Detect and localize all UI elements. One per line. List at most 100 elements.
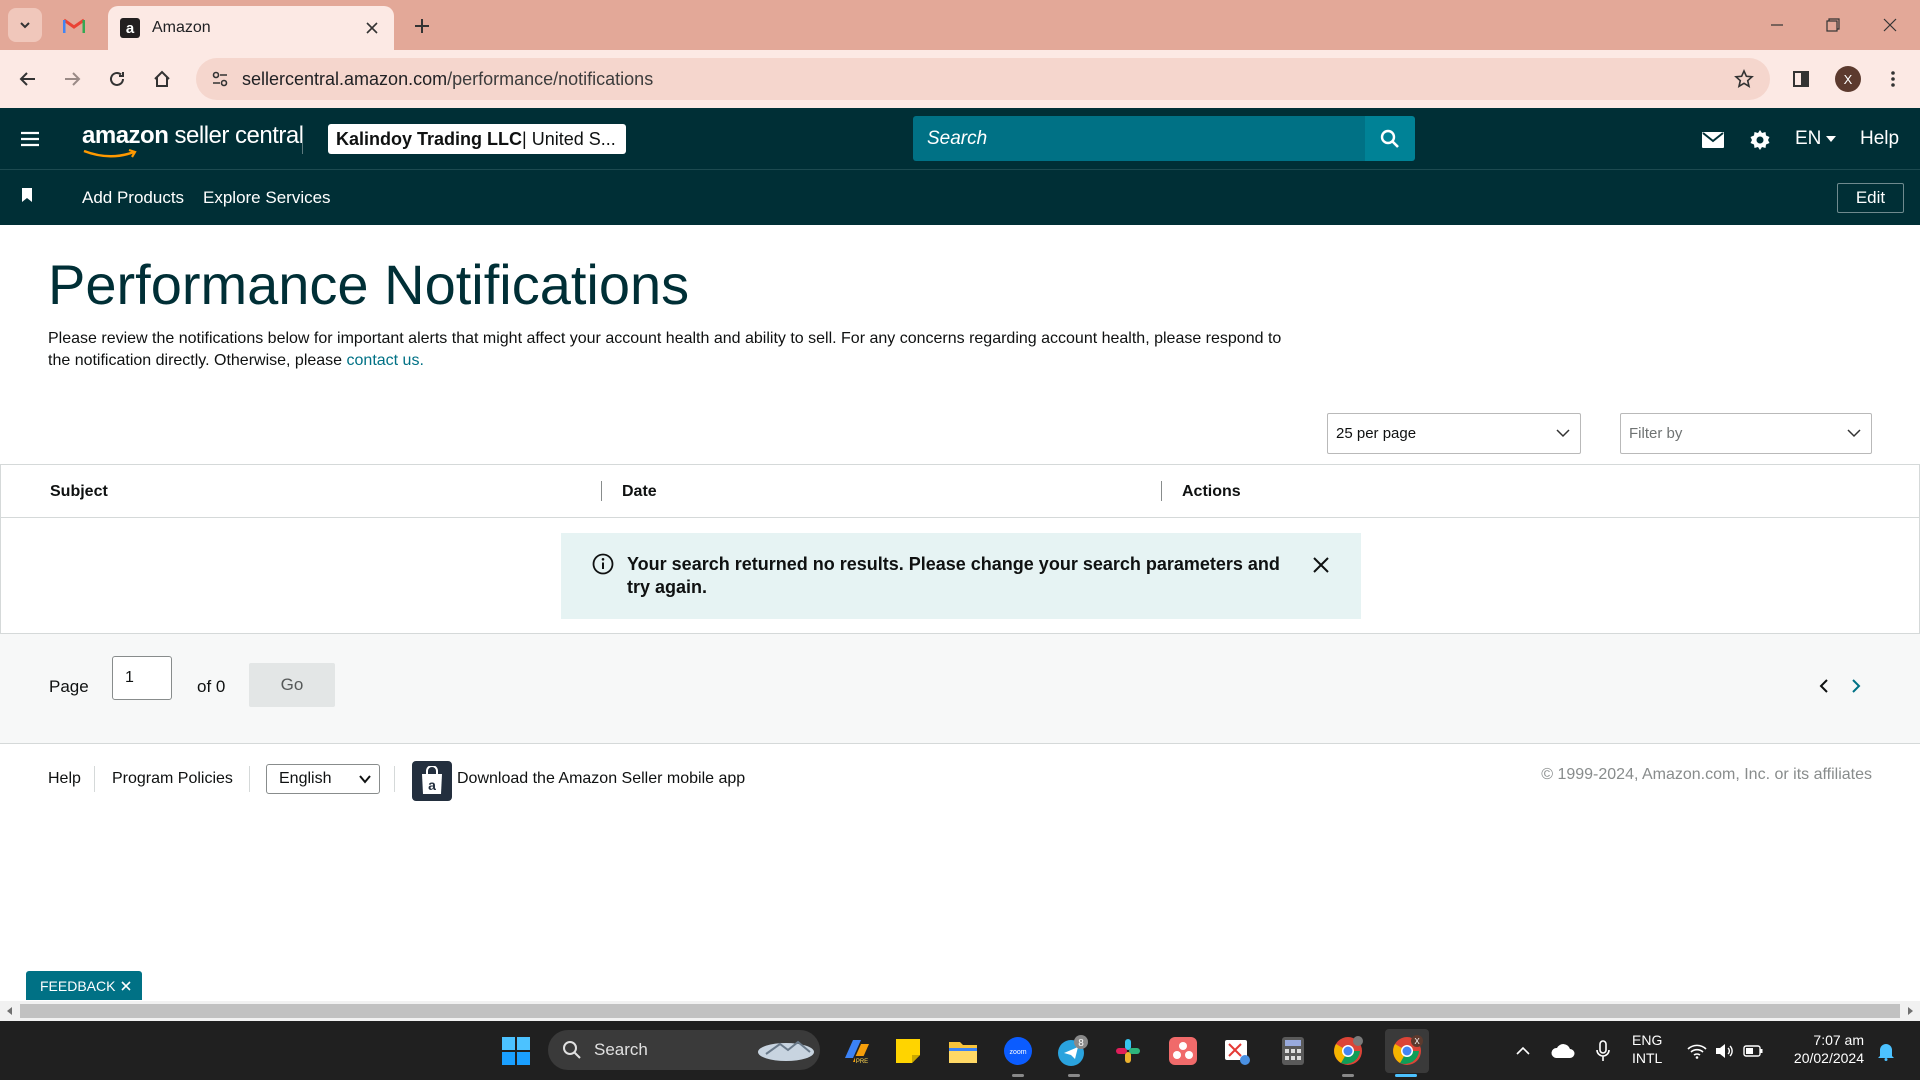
pagination-bar: Page 1 of 0 Go	[0, 634, 1920, 744]
close-tab-icon[interactable]	[362, 18, 382, 38]
chrome-app-icon[interactable]	[1330, 1033, 1366, 1069]
next-page-icon[interactable]	[1846, 676, 1866, 696]
home-button[interactable]	[145, 62, 179, 96]
svg-text:zoom: zoom	[1009, 1049, 1026, 1056]
show-hidden-icons-button[interactable]	[1505, 1033, 1541, 1069]
seller-central-header: amazon seller central Kalindoy Trading L…	[0, 108, 1920, 170]
slack-app-icon[interactable]	[1110, 1033, 1146, 1069]
start-button[interactable]	[498, 1033, 534, 1069]
scroll-right-icon[interactable]	[1905, 1006, 1915, 1016]
header-search-input[interactable]: Search	[913, 116, 1365, 161]
site-info-icon[interactable]	[200, 58, 240, 100]
bookmark-star-icon[interactable]	[1724, 58, 1764, 100]
bookmark-icon[interactable]	[22, 188, 32, 202]
contact-us-link[interactable]: contact us.	[347, 352, 424, 369]
explore-services-link[interactable]: Explore Services	[203, 188, 331, 208]
header-search-button[interactable]	[1365, 116, 1415, 161]
settings-button[interactable]	[1746, 126, 1774, 154]
sticky-notes-app-icon[interactable]	[890, 1033, 926, 1069]
horizontal-scrollbar[interactable]	[0, 1001, 1920, 1021]
column-actions: Actions	[1182, 483, 1241, 500]
browser-menu-button[interactable]	[1876, 62, 1910, 96]
chrome-profile-app-icon[interactable]: X	[1385, 1029, 1429, 1073]
volume-icon	[1716, 1044, 1733, 1058]
close-icon[interactable]	[1311, 555, 1331, 575]
footer-divider	[394, 766, 395, 792]
scroll-left-icon[interactable]	[5, 1006, 15, 1016]
hamburger-menu-icon[interactable]	[18, 127, 42, 151]
new-tab-button[interactable]	[408, 12, 436, 40]
clock[interactable]: 7:07 am 20/02/2024	[1782, 1031, 1864, 1067]
taskbar-search[interactable]: Search	[548, 1030, 820, 1070]
tab-search-button[interactable]	[8, 8, 42, 42]
column-date[interactable]: Date	[622, 483, 657, 501]
header-search: Search	[913, 116, 1415, 161]
quick-settings-button[interactable]	[1680, 1033, 1770, 1069]
go-button[interactable]: Go	[249, 663, 335, 707]
close-window-button[interactable]	[1875, 10, 1905, 40]
footer-help-link[interactable]: Help	[48, 770, 81, 788]
column-divider	[601, 481, 602, 501]
notifications-button[interactable]	[1868, 1033, 1904, 1069]
feedback-button[interactable]: FEEDBACK	[26, 971, 142, 1000]
restore-icon	[1826, 18, 1840, 32]
per-page-select[interactable]: 25 per page	[1327, 413, 1581, 454]
filter-by-placeholder: Filter by	[1629, 425, 1683, 442]
previous-page-icon[interactable]	[1814, 676, 1834, 696]
search-icon	[563, 1041, 581, 1059]
onedrive-icon[interactable]	[1545, 1033, 1581, 1069]
active-tab[interactable]: a Amazon	[108, 6, 394, 50]
gear-icon	[1750, 130, 1770, 150]
back-button[interactable]	[11, 62, 45, 96]
account-switcher[interactable]: Kalindoy Trading LLC | United S...	[328, 124, 626, 154]
header-help-link[interactable]: Help	[1860, 128, 1899, 150]
language-label: EN	[1795, 128, 1822, 149]
tab-title: Amazon	[152, 19, 211, 36]
browser-tab-strip: a Amazon	[0, 0, 1920, 50]
footer-language-select[interactable]: English	[266, 764, 380, 794]
copilot-app-icon[interactable]: PRE	[838, 1033, 874, 1069]
add-products-link[interactable]: Add Products	[82, 188, 184, 208]
download-app-link[interactable]: Download the Amazon Seller mobile app	[457, 770, 745, 788]
side-panel-icon	[1793, 71, 1809, 87]
gmail-tab[interactable]	[58, 11, 90, 39]
snipping-tool-app-icon[interactable]	[1220, 1033, 1256, 1069]
forward-button[interactable]	[55, 62, 89, 96]
account-name: Kalindoy Trading LLC	[336, 128, 523, 149]
side-panel-button[interactable]	[1784, 62, 1818, 96]
svg-text:a: a	[428, 777, 436, 793]
messages-button[interactable]	[1699, 126, 1727, 154]
reload-button[interactable]	[100, 62, 134, 96]
program-policies-link[interactable]: Program Policies	[112, 770, 233, 788]
file-explorer-app-icon[interactable]	[945, 1033, 981, 1069]
seller-central-logo[interactable]: amazon seller central	[82, 122, 304, 150]
minimize-button[interactable]	[1762, 10, 1792, 40]
zoom-app-icon[interactable]: zoom	[1000, 1033, 1036, 1069]
scrollbar-thumb[interactable]	[20, 1004, 1900, 1018]
restore-button[interactable]	[1818, 10, 1848, 40]
language-selector[interactable]: EN	[1795, 128, 1837, 150]
seller-app-icon[interactable]: a	[412, 761, 452, 801]
running-indicator	[1342, 1074, 1354, 1077]
edit-bookmarks-button[interactable]: Edit	[1837, 183, 1904, 213]
telegram-app-icon[interactable]: 8	[1055, 1033, 1091, 1069]
windows-taskbar: Search PRE zoom 8 X ENG INTL 7:07 am 20/…	[0, 1021, 1920, 1080]
filter-by-select[interactable]: Filter by	[1620, 413, 1872, 454]
address-bar[interactable]: sellercentral.amazon.com/performance/not…	[196, 58, 1770, 100]
chrome-profile-badge: X	[1414, 1037, 1420, 1046]
column-subject[interactable]: Subject	[50, 483, 108, 501]
info-icon	[592, 553, 614, 575]
asana-app-icon[interactable]	[1165, 1033, 1201, 1069]
input-language-bottom: INTL	[1632, 1050, 1663, 1066]
windows-logo-icon	[502, 1037, 530, 1065]
bookmarks-bar: Add Products Explore Services Edit	[0, 170, 1920, 225]
input-language[interactable]: ENG INTL	[1632, 1031, 1662, 1067]
minimize-icon	[1771, 24, 1783, 26]
microphone-icon[interactable]	[1585, 1033, 1621, 1069]
close-icon[interactable]	[121, 980, 132, 991]
page-number-input[interactable]: 1	[112, 656, 172, 700]
calculator-app-icon[interactable]	[1275, 1033, 1311, 1069]
logo-seller-central-text: seller central	[168, 122, 305, 149]
profile-avatar[interactable]: X	[1835, 66, 1861, 92]
copyright-text: © 1999-2024, Amazon.com, Inc. or its aff…	[1541, 766, 1872, 783]
